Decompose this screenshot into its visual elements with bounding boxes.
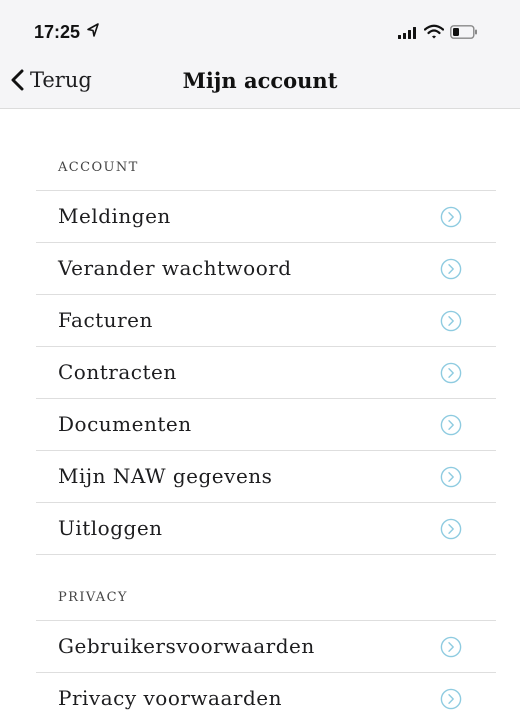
list-item-contracten[interactable]: Contracten [36, 346, 496, 398]
chevron-circle-right-icon [440, 310, 462, 332]
privacy-list: Gebruikersvoorwaarden Privacy voorwaarde… [36, 620, 496, 724]
list-item-label: Documenten [58, 412, 192, 436]
chevron-circle-right-icon [440, 688, 462, 710]
account-list: Meldingen Verander wachtwoord Facturen C… [36, 190, 496, 555]
status-bar: 17:25 [0, 0, 520, 52]
list-item-label: Mijn NAW gegevens [58, 464, 273, 488]
back-label: Terug [30, 68, 92, 92]
chevron-circle-right-icon [440, 414, 462, 436]
section-header-privacy: PRIVACY [58, 590, 128, 605]
list-item-label: Privacy voorwaarden [58, 686, 282, 710]
battery-icon [450, 25, 477, 39]
list-item-label: Contracten [58, 360, 177, 384]
wifi-icon [424, 24, 444, 39]
location-arrow-icon [87, 23, 99, 37]
section-header-account: ACCOUNT [58, 160, 139, 175]
chevron-left-icon [11, 69, 24, 91]
chevron-circle-right-icon [440, 518, 462, 540]
list-item-label: Uitloggen [58, 516, 163, 540]
list-item-mijn-naw-gegevens[interactable]: Mijn NAW gegevens [36, 450, 496, 502]
list-item-meldingen[interactable]: Meldingen [36, 190, 496, 242]
list-item-label: Meldingen [58, 204, 171, 228]
list-item-label: Facturen [58, 308, 153, 332]
list-item-gebruikersvoorwaarden[interactable]: Gebruikersvoorwaarden [36, 620, 496, 672]
list-item-label: Gebruikersvoorwaarden [58, 634, 315, 658]
nav-bar: Mijn account Terug [0, 52, 520, 109]
signal-icon [398, 27, 416, 39]
chevron-circle-right-icon [440, 258, 462, 280]
list-item-uitloggen[interactable]: Uitloggen [36, 502, 496, 555]
list-item-facturen[interactable]: Facturen [36, 294, 496, 346]
status-time: 17:25 [34, 22, 81, 42]
list-item-privacy-voorwaarden[interactable]: Privacy voorwaarden [36, 672, 496, 724]
list-item-label: Verander wachtwoord [58, 256, 292, 280]
back-button[interactable]: Terug [10, 66, 92, 94]
chevron-circle-right-icon [440, 206, 462, 228]
chevron-circle-right-icon [440, 362, 462, 384]
chevron-circle-right-icon [440, 466, 462, 488]
chevron-circle-right-icon [440, 636, 462, 658]
list-item-documenten[interactable]: Documenten [36, 398, 496, 450]
list-item-verander-wachtwoord[interactable]: Verander wachtwoord [36, 242, 496, 294]
